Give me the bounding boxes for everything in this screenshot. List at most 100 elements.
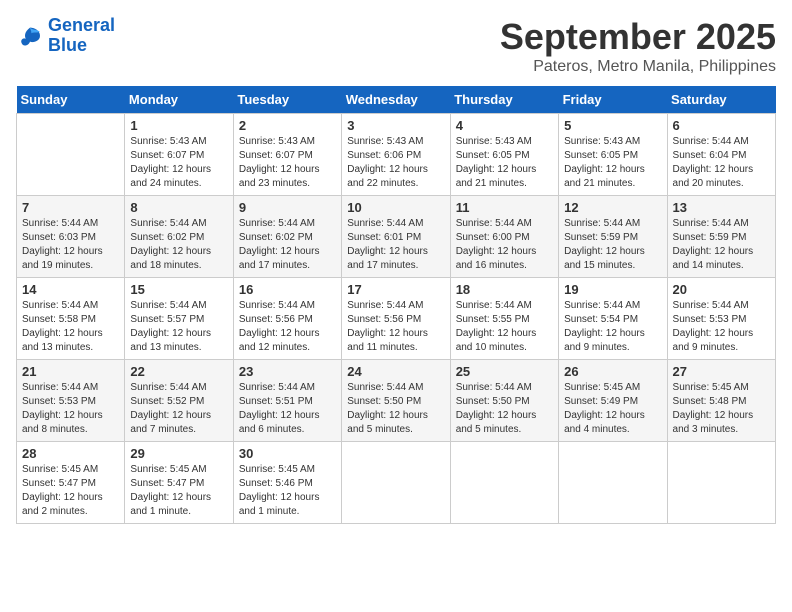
col-thursday: Thursday (450, 86, 558, 114)
day-number: 21 (22, 364, 119, 379)
table-row (342, 442, 450, 524)
table-row: 21 Sunrise: 5:44 AM Sunset: 5:53 PM Dayli… (17, 360, 125, 442)
day-number: 7 (22, 200, 119, 215)
table-row: 3 Sunrise: 5:43 AM Sunset: 6:06 PM Daylig… (342, 114, 450, 196)
table-row: 1Sunrise: 5:43 AM Sunset: 6:07 PM Daylig… (125, 114, 233, 196)
table-row: 24 Sunrise: 5:44 AM Sunset: 5:50 PM Dayli… (342, 360, 450, 442)
table-row: 4 Sunrise: 5:43 AM Sunset: 6:05 PM Daylig… (450, 114, 558, 196)
calendar-week-row: 14 Sunrise: 5:44 AM Sunset: 5:58 PM Dayli… (17, 278, 776, 360)
day-number: 6 (673, 118, 770, 133)
day-info: Sunrise: 5:44 AM Sunset: 5:56 PM Dayligh… (347, 299, 444, 355)
day-info: Sunrise: 5:44 AM Sunset: 5:50 PM Dayligh… (347, 381, 444, 437)
table-row: 29 Sunrise: 5:45 AM Sunset: 5:47 PM Dayli… (125, 442, 233, 524)
calendar-week-row: 28 Sunrise: 5:45 AM Sunset: 5:47 PM Dayli… (17, 442, 776, 524)
day-number: 10 (347, 200, 444, 215)
table-row: 16Sunrise: 5:44 AM Sunset: 5:56 PM Dayli… (233, 278, 341, 360)
table-row: 6Sunrise: 5:44 AM Sunset: 6:04 PM Daylig… (667, 114, 775, 196)
day-info: Sunrise: 5:45 AM Sunset: 5:46 PM Dayligh… (239, 463, 336, 519)
table-row (667, 442, 775, 524)
day-number: 23 (239, 364, 336, 379)
table-row: 2 Sunrise: 5:43 AM Sunset: 6:07 PM Daylig… (233, 114, 341, 196)
day-number: 16 (239, 282, 336, 297)
day-info: Sunrise: 5:44 AM Sunset: 5:53 PM Dayligh… (22, 381, 119, 437)
day-info: Sunrise: 5:44 AM Sunset: 5:58 PM Dayligh… (22, 299, 119, 355)
table-row: 18Sunrise: 5:44 AM Sunset: 5:55 PM Dayli… (450, 278, 558, 360)
col-wednesday: Wednesday (342, 86, 450, 114)
day-number: 11 (456, 200, 553, 215)
day-number: 19 (564, 282, 661, 297)
day-info: Sunrise: 5:43 AM Sunset: 6:06 PM Dayligh… (347, 135, 444, 191)
calendar-week-row: 21 Sunrise: 5:44 AM Sunset: 5:53 PM Dayli… (17, 360, 776, 442)
calendar-week-row: 7 Sunrise: 5:44 AM Sunset: 6:03 PM Daylig… (17, 196, 776, 278)
day-info: Sunrise: 5:45 AM Sunset: 5:49 PM Dayligh… (564, 381, 661, 437)
day-info: Sunrise: 5:44 AM Sunset: 6:01 PM Dayligh… (347, 217, 444, 273)
day-number: 14 (22, 282, 119, 297)
day-info: Sunrise: 5:43 AM Sunset: 6:05 PM Dayligh… (564, 135, 661, 191)
table-row: 22 Sunrise: 5:44 AM Sunset: 5:52 PM Dayli… (125, 360, 233, 442)
day-number: 22 (130, 364, 227, 379)
day-number: 30 (239, 446, 336, 461)
day-number: 29 (130, 446, 227, 461)
table-row: 20Sunrise: 5:44 AM Sunset: 5:53 PM Dayli… (667, 278, 775, 360)
location-subtitle: Pateros, Metro Manila, Philippines (500, 58, 776, 76)
day-number: 17 (347, 282, 444, 297)
logo: General Blue (16, 16, 115, 56)
day-number: 9 (239, 200, 336, 215)
day-number: 25 (456, 364, 553, 379)
day-number: 5 (564, 118, 661, 133)
day-number: 2 (239, 118, 336, 133)
day-info: Sunrise: 5:45 AM Sunset: 5:48 PM Dayligh… (673, 381, 770, 437)
table-row: 17 Sunrise: 5:44 AM Sunset: 5:56 PM Dayli… (342, 278, 450, 360)
day-info: Sunrise: 5:44 AM Sunset: 6:00 PM Dayligh… (456, 217, 553, 273)
day-info: Sunrise: 5:44 AM Sunset: 5:51 PM Dayligh… (239, 381, 336, 437)
table-row: 30 Sunrise: 5:45 AM Sunset: 5:46 PM Dayli… (233, 442, 341, 524)
table-row: 5 Sunrise: 5:43 AM Sunset: 6:05 PM Daylig… (559, 114, 667, 196)
table-row: 27 Sunrise: 5:45 AM Sunset: 5:48 PM Dayli… (667, 360, 775, 442)
day-info: Sunrise: 5:44 AM Sunset: 5:50 PM Dayligh… (456, 381, 553, 437)
day-number: 3 (347, 118, 444, 133)
day-number: 28 (22, 446, 119, 461)
table-row: 28Sunrise: 5:45 AM Sunset: 5:47 PM Dayli… (17, 442, 125, 524)
day-info: Sunrise: 5:44 AM Sunset: 5:53 PM Dayligh… (673, 299, 770, 355)
month-title: September 2025 (500, 16, 776, 58)
day-info: Sunrise: 5:43 AM Sunset: 6:05 PM Dayligh… (456, 135, 553, 191)
day-number: 12 (564, 200, 661, 215)
table-row: 11 Sunrise: 5:44 AM Sunset: 6:00 PM Dayli… (450, 196, 558, 278)
day-info: Sunrise: 5:44 AM Sunset: 5:59 PM Dayligh… (564, 217, 661, 273)
table-row: 12 Sunrise: 5:44 AM Sunset: 5:59 PM Dayli… (559, 196, 667, 278)
day-number: 27 (673, 364, 770, 379)
day-info: Sunrise: 5:44 AM Sunset: 5:57 PM Dayligh… (130, 299, 227, 355)
table-row: 10 Sunrise: 5:44 AM Sunset: 6:01 PM Dayli… (342, 196, 450, 278)
day-number: 4 (456, 118, 553, 133)
day-info: Sunrise: 5:43 AM Sunset: 6:07 PM Dayligh… (239, 135, 336, 191)
day-info: Sunrise: 5:44 AM Sunset: 5:59 PM Dayligh… (673, 217, 770, 273)
day-info: Sunrise: 5:44 AM Sunset: 5:52 PM Dayligh… (130, 381, 227, 437)
calendar-header-row: Sunday Monday Tuesday Wednesday Thursday… (17, 86, 776, 114)
col-saturday: Saturday (667, 86, 775, 114)
col-tuesday: Tuesday (233, 86, 341, 114)
table-row: 26 Sunrise: 5:45 AM Sunset: 5:49 PM Dayli… (559, 360, 667, 442)
table-row: 23 Sunrise: 5:44 AM Sunset: 5:51 PM Dayli… (233, 360, 341, 442)
day-number: 15 (130, 282, 227, 297)
page-header: General Blue September 2025 Pateros, Met… (16, 16, 776, 76)
calendar-week-row: 1 Sunrise: 5:43 AM Sunset: 6:07 PM Daylig… (17, 114, 776, 196)
col-friday: Friday (559, 86, 667, 114)
day-number: 1 (130, 118, 227, 133)
day-info: Sunrise: 5:44 AM Sunset: 5:55 PM Dayligh… (456, 299, 553, 355)
title-section: September 2025 Pateros, Metro Manila, Ph… (500, 16, 776, 76)
day-info: Sunrise: 5:44 AM Sunset: 6:03 PM Dayligh… (22, 217, 119, 273)
table-row: 8Sunrise: 5:44 AM Sunset: 6:02 PM Daylig… (125, 196, 233, 278)
day-number: 24 (347, 364, 444, 379)
day-number: 26 (564, 364, 661, 379)
table-row: 13Sunrise: 5:44 AM Sunset: 5:59 PM Dayli… (667, 196, 775, 278)
col-sunday: Sunday (17, 86, 125, 114)
day-info: Sunrise: 5:44 AM Sunset: 6:02 PM Dayligh… (130, 217, 227, 273)
day-info: Sunrise: 5:45 AM Sunset: 5:47 PM Dayligh… (130, 463, 227, 519)
table-row: 25 Sunrise: 5:44 AM Sunset: 5:50 PM Dayli… (450, 360, 558, 442)
logo-icon (16, 22, 44, 50)
logo-text: General Blue (48, 16, 115, 56)
table-row: 7 Sunrise: 5:44 AM Sunset: 6:03 PM Daylig… (17, 196, 125, 278)
table-row (450, 442, 558, 524)
day-info: Sunrise: 5:44 AM Sunset: 5:54 PM Dayligh… (564, 299, 661, 355)
table-row (559, 442, 667, 524)
